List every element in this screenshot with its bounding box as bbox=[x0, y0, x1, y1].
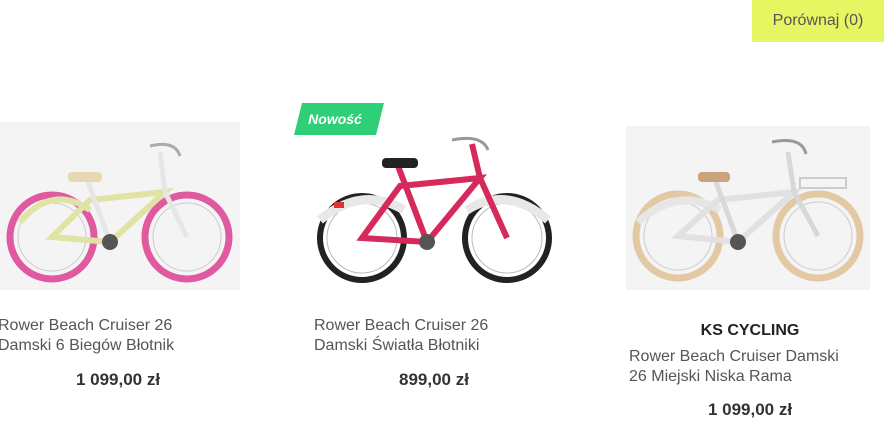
product-image-2[interactable] bbox=[312, 130, 556, 286]
product-price-3: 1 099,00 zł bbox=[707, 400, 793, 419]
new-badge: Nowość bbox=[294, 103, 384, 135]
product-image-3[interactable] bbox=[626, 126, 870, 290]
product-brand-3: KS CYCLING bbox=[700, 322, 800, 339]
bicycle-image bbox=[0, 122, 240, 290]
bicycle-image bbox=[317, 136, 552, 283]
bicycle-image bbox=[626, 126, 870, 290]
product-price-2: 899,00 zł bbox=[399, 370, 469, 389]
compare-button[interactable]: Porównaj (0) bbox=[752, 0, 884, 42]
product-price-1: 1 099,00 zł bbox=[75, 370, 161, 389]
product-name-1[interactable]: Rower Beach Cruiser 26 Damski 6 Biegów B… bbox=[0, 316, 228, 356]
product-name-3[interactable]: Rower Beach Cruiser Damski 26 Miejski Ni… bbox=[629, 347, 869, 387]
product-name-2[interactable]: Rower Beach Cruiser 26 Damski Światła Bł… bbox=[314, 316, 554, 356]
product-image-1[interactable] bbox=[0, 122, 240, 290]
